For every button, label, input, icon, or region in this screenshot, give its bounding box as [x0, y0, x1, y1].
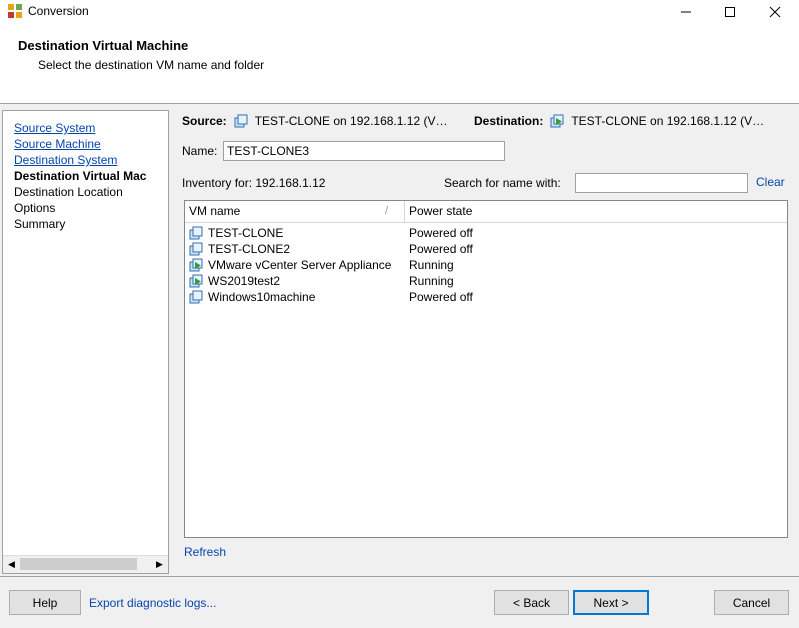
- search-input[interactable]: [575, 173, 748, 193]
- nav-step-source-machine[interactable]: Source Machine: [14, 137, 101, 151]
- column-header-power-state[interactable]: Power state: [405, 201, 787, 222]
- close-button[interactable]: [753, 0, 797, 24]
- help-button[interactable]: Help: [9, 590, 81, 615]
- nav-step-summary: Summary: [14, 217, 66, 231]
- wizard-header: Destination Virtual Machine Select the d…: [0, 24, 799, 104]
- table-header: VM name / Power state: [185, 201, 787, 223]
- vm-name-text: VMware vCenter Server Appliance: [208, 258, 392, 272]
- minimize-button[interactable]: [664, 0, 708, 24]
- vm-name-cell: TEST-CLONE: [189, 226, 283, 240]
- minimize-icon: [681, 11, 691, 13]
- page-subtitle: Select the destination VM name and folde…: [38, 58, 265, 72]
- destination-label: Destination:: [474, 114, 544, 128]
- wizard-content: Source System Source Machine Destination…: [0, 104, 799, 576]
- table-row[interactable]: Windows10machine Powered off: [185, 290, 787, 306]
- vm-powered-off-icon: [189, 242, 203, 256]
- vm-powered-off-icon: [189, 290, 203, 304]
- scroll-left-icon[interactable]: ◀: [4, 557, 19, 572]
- nav-horizontal-scrollbar[interactable]: ◀ ▶: [3, 555, 168, 573]
- source-value: TEST-CLONE on 192.168.1.12 (V…: [254, 114, 448, 128]
- destination-value: TEST-CLONE on 192.168.1.12 (V…: [571, 114, 765, 128]
- inventory-label: Inventory for:: [182, 176, 253, 190]
- power-state-cell: Running: [409, 258, 454, 272]
- vm-name-cell: Windows10machine: [189, 290, 315, 304]
- vm-name-text: Windows10machine: [208, 290, 316, 304]
- wizard-footer: Help Export diagnostic logs... < Back Ne…: [0, 577, 799, 628]
- vm-name-text: WS2019test2: [208, 274, 281, 288]
- vm-name-text: TEST-CLONE: [208, 226, 284, 240]
- window-title: Conversion: [28, 4, 89, 18]
- cancel-button[interactable]: Cancel: [714, 590, 789, 615]
- power-state-cell: Powered off: [409, 242, 473, 256]
- wizard-steps-panel: Source System Source Machine Destination…: [2, 110, 169, 574]
- vm-powered-off-icon: [189, 226, 203, 240]
- page-title: Destination Virtual Machine: [18, 38, 189, 53]
- vm-powered-off-icon: [234, 114, 248, 128]
- power-state-cell: Powered off: [409, 226, 473, 240]
- maximize-icon: [725, 7, 735, 17]
- converter-app-icon: [8, 4, 22, 18]
- vm-running-icon: [189, 258, 203, 272]
- refresh-link[interactable]: Refresh: [184, 545, 226, 559]
- vm-name-cell: WS2019test2: [189, 274, 280, 288]
- export-diagnostic-logs-link[interactable]: Export diagnostic logs...: [89, 596, 216, 610]
- table-row[interactable]: TEST-CLONE2 Powered off: [185, 242, 787, 258]
- next-button[interactable]: Next >: [573, 590, 649, 615]
- source-label: Source:: [182, 114, 227, 128]
- title-bar: Conversion: [0, 0, 799, 24]
- vm-running-icon: [189, 274, 203, 288]
- vm-running-icon: [550, 114, 564, 128]
- name-label: Name:: [182, 144, 218, 158]
- back-button[interactable]: < Back: [494, 590, 569, 615]
- nav-step-options: Options: [14, 201, 56, 215]
- table-row[interactable]: VMware vCenter Server Appliance Running: [185, 258, 787, 274]
- column-resize-icon: /: [385, 205, 389, 217]
- scrollbar-thumb[interactable]: [20, 558, 137, 570]
- vm-name-input[interactable]: [223, 141, 505, 161]
- power-state-cell: Powered off: [409, 290, 473, 304]
- clear-search-link[interactable]: Clear: [756, 175, 785, 189]
- destination-summary: Destination: TEST-CLONE on 192.168.1.12 …: [474, 113, 773, 129]
- vm-name-text: TEST-CLONE2: [208, 242, 291, 256]
- nav-step-destination-location: Destination Location: [14, 185, 123, 199]
- vm-name-cell: VMware vCenter Server Appliance: [189, 258, 391, 272]
- maximize-button[interactable]: [708, 0, 752, 24]
- column-header-vm-name[interactable]: VM name /: [185, 201, 405, 222]
- search-label: Search for name with:: [444, 176, 561, 190]
- nav-step-destination-system[interactable]: Destination System: [14, 153, 117, 167]
- power-state-cell: Running: [409, 274, 454, 288]
- vm-list-table: VM name / Power state TEST-CLONE Powered …: [184, 200, 788, 538]
- table-row[interactable]: TEST-CLONE Powered off: [185, 226, 787, 242]
- scroll-right-icon[interactable]: ▶: [152, 557, 167, 572]
- column-label-vm-name: VM name: [189, 204, 241, 218]
- source-summary: Source: TEST-CLONE on 192.168.1.12 (V…: [182, 113, 457, 129]
- inventory-text: Inventory for: 192.168.1.12: [182, 176, 325, 190]
- vm-name-cell: TEST-CLONE2: [189, 242, 290, 256]
- inventory-host: 192.168.1.12: [255, 176, 326, 190]
- nav-step-destination-vm: Destination Virtual Mac: [14, 169, 147, 183]
- close-icon: [769, 6, 781, 18]
- table-row[interactable]: WS2019test2 Running: [185, 274, 787, 290]
- nav-step-source-system[interactable]: Source System: [14, 121, 95, 135]
